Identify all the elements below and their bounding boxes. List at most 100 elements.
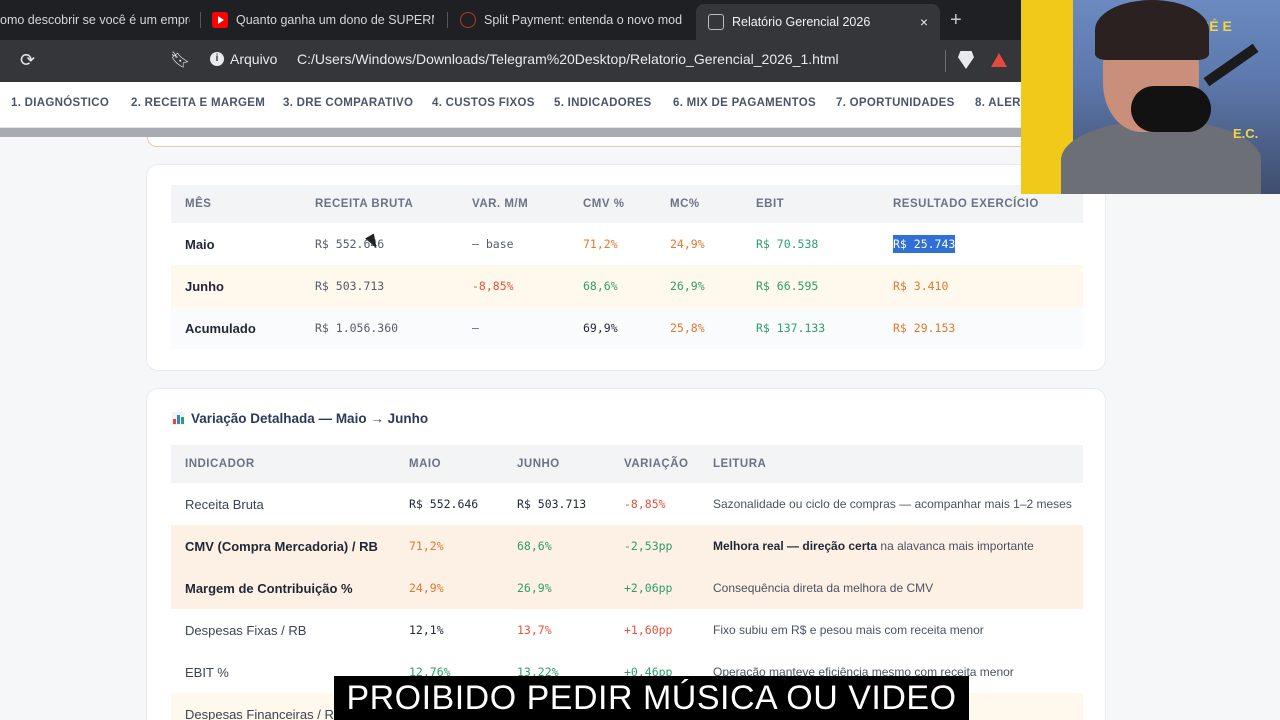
mc-cell: 25,8% [656, 307, 742, 349]
resultado-cell: R$ 25.743 [879, 223, 1083, 265]
tab-title: Split Payment: entenda o novo mode [484, 13, 682, 27]
leitura-cell: Consequência direta da melhora de CMV [699, 567, 1083, 609]
col-header[interactable]: RECEITA BRUTA [301, 185, 458, 223]
maio-cell: R$ 552.646 [409, 497, 479, 511]
screen: omo descobrir se você é um empre Quanto … [0, 0, 1280, 720]
leitura-text: na alavanca mais importante [877, 539, 1034, 553]
cmv-cell: 71,2% [583, 237, 618, 251]
col-header[interactable]: MC% [656, 185, 742, 223]
col-header[interactable]: VAR. M/M [458, 185, 569, 223]
selected-text: R$ 25.743 [893, 235, 956, 253]
tab-separator [200, 12, 201, 28]
leitura-cell: Melhora real — direção certa na alavanca… [699, 525, 1083, 567]
mc-cell: 24,9% [670, 237, 705, 251]
reload-icon[interactable]: ⟳ [20, 50, 40, 70]
table-header-row: MÊS RECEITA BRUTA VAR. M/M CMV % MC% EBI… [171, 185, 1083, 223]
cmv-cell: 69,9% [569, 307, 656, 349]
month-cell: Maio [185, 236, 215, 252]
maio-cell: 71,2% [395, 525, 503, 567]
table-row: Receita Bruta R$ 552.646 R$ 503.713 -8,8… [171, 483, 1083, 525]
table-row: Acumulado R$ 1.056.360 — 69,9% 25,8% R$ … [171, 307, 1083, 349]
var-cell: — [458, 307, 569, 349]
variacao-cell: -2,53pp [610, 525, 699, 567]
table-row: Margem de Contribuição % 24,9% 26,9% +2,… [171, 567, 1083, 609]
tab-2[interactable]: Quanto ganha um dono de SUPERM [212, 6, 434, 34]
variacao-cell: +1,60pp [624, 623, 673, 637]
nav-diagnostico[interactable]: 1. DIAGNÓSTICO [11, 97, 109, 109]
variation-title: Variação Detalhada — Maio → Junho [172, 411, 428, 426]
tab-title: omo descobrir se você é um empre [0, 13, 190, 27]
col-header[interactable]: VARIAÇÃO [610, 445, 699, 483]
col-header[interactable]: EBIT [742, 185, 879, 223]
leitura-cell: Sazonalidade ou ciclo de compras — acomp… [713, 497, 1072, 511]
origin-label: Arquivo [230, 51, 278, 67]
brave-shield-icon[interactable] [958, 51, 974, 69]
report-content: MÊS RECEITA BRUTA VAR. M/M CMV % MC% EBI… [0, 137, 1280, 720]
youtube-icon [212, 12, 228, 28]
resultado-cell: R$ 3.410 [879, 265, 1083, 307]
variacao-cell: +2,06pp [610, 567, 699, 609]
bookmark-icon[interactable]: 🔖︎ [170, 50, 190, 70]
variation-card: Variação Detalhada — Maio → Junho INDICA… [146, 388, 1106, 720]
col-header[interactable]: LEITURA [699, 445, 1083, 483]
leitura-bold: Melhora real — direção certa [713, 539, 878, 553]
nav-receita-margem[interactable]: 2. RECEITA E MARGEM [131, 97, 265, 109]
junho-cell: 26,9% [503, 567, 610, 609]
table-row: Junho R$ 503.713 -8,85% 68,6% 26,9% R$ 6… [171, 265, 1083, 307]
tab-active[interactable]: Relatório Gerencial 2026 × [696, 4, 940, 40]
junho-cell: 68,6% [503, 525, 610, 567]
col-header[interactable]: INDICADOR [171, 445, 395, 483]
brave-rewards-icon[interactable] [991, 53, 1007, 67]
col-header[interactable]: MAIO [395, 445, 503, 483]
variacao-cell: -8,85% [624, 497, 666, 511]
webcam-person-hair [1095, 0, 1209, 60]
maio-cell: 12,1% [409, 623, 444, 637]
col-header[interactable]: JUNHO [503, 445, 610, 483]
nav-dre-comparativo[interactable]: 3. DRE COMPARATIVO [283, 97, 413, 109]
tab-title: Quanto ganha um dono de SUPERM [236, 13, 434, 27]
table-row: Maio R$ 552.646 — base 71,2% 24,9% R$ 70… [171, 223, 1083, 265]
tab-3[interactable]: Split Payment: entenda o novo mode [460, 6, 682, 34]
table-row: CMV (Compra Mercadoria) / RB 71,2% 68,6%… [171, 525, 1083, 567]
col-header[interactable]: MÊS [171, 185, 301, 223]
mic-boom [1203, 43, 1259, 87]
nav-custos-fixos[interactable]: 4. CUSTOS FIXOS [432, 97, 535, 109]
var-cell: — base [472, 237, 514, 251]
site-icon [460, 12, 476, 28]
tab-title: Relatório Gerencial 2026 [732, 15, 871, 29]
indicator-cell: CMV (Compra Mercadoria) / RB [171, 525, 395, 567]
month-cell: Acumulado [171, 307, 301, 349]
tab-1[interactable]: omo descobrir se você é um empre [0, 6, 190, 34]
monthly-summary-table: MÊS RECEITA BRUTA VAR. M/M CMV % MC% EBI… [171, 185, 1083, 349]
close-icon[interactable]: × [920, 14, 928, 30]
microphone-icon [1131, 86, 1211, 132]
webcam-overlay: OSÉ E E.C. [1021, 0, 1280, 194]
junho-cell: R$ 503.713 [517, 497, 587, 511]
stream-caption: PROIBIDO PEDIR MÚSICA OU VIDEO [334, 676, 969, 720]
new-tab-button[interactable]: + [950, 10, 962, 30]
maio-cell: 24,9% [395, 567, 503, 609]
bar-chart-icon [172, 412, 185, 425]
info-icon[interactable]: i [210, 52, 224, 66]
indicator-cell: Margem de Contribuição % [171, 567, 395, 609]
receita-cell: R$ 503.713 [301, 265, 458, 307]
monthly-summary-card: MÊS RECEITA BRUTA VAR. M/M CMV % MC% EBI… [146, 164, 1106, 371]
url-field[interactable]: C:/Users/Windows/Downloads/Telegram%20De… [297, 51, 839, 67]
table-row: Despesas Fixas / RB 12,1% 13,7% +1,60pp … [171, 609, 1083, 651]
nav-indicadores[interactable]: 5. INDICADORES [554, 97, 652, 109]
mc-cell: 26,9% [656, 265, 742, 307]
cmv-cell: 68,6% [569, 265, 656, 307]
junho-cell: 13,7% [517, 623, 552, 637]
table-header-row: INDICADOR MAIO JUNHO VARIAÇÃO LEITURA [171, 445, 1083, 483]
nav-oportunidades[interactable]: 7. OPORTUNIDADES [836, 97, 955, 109]
tab-separator [447, 12, 448, 28]
leitura-cell: Fixo subiu em R$ e pesou mais com receit… [713, 623, 984, 637]
webcam-sign-text-2: E.C. [1233, 126, 1259, 141]
ebit-cell: R$ 70.538 [756, 237, 819, 251]
previous-card-edge [147, 137, 1105, 147]
toolbar-divider [945, 50, 946, 72]
col-header[interactable]: CMV % [569, 185, 656, 223]
indicator-cell: Despesas Fixas / RB [185, 622, 307, 638]
nav-mix-pagamentos[interactable]: 6. MIX DE PAGAMENTOS [673, 97, 816, 109]
variation-title-text: Variação Detalhada — Maio → Junho [191, 411, 429, 426]
